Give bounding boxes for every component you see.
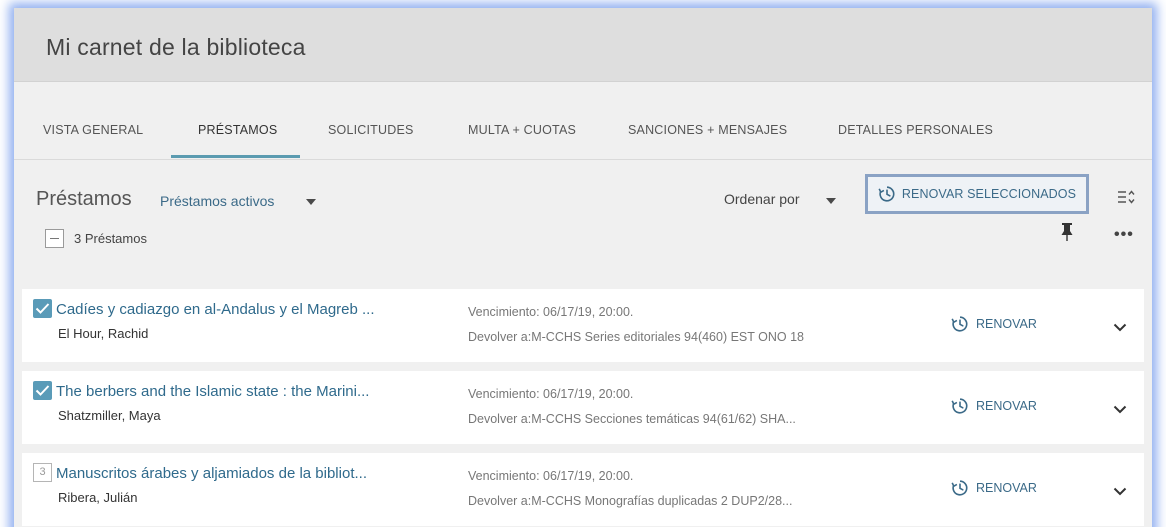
page-title: Mi carnet de la biblioteca bbox=[46, 34, 306, 60]
loan-author: Shatzmiller, Maya bbox=[58, 408, 161, 423]
loan-due-date: Vencimiento: 06/17/19, 20:00. bbox=[468, 305, 634, 319]
tab-bar: VISTA GENERAL PRÉSTAMOS SOLICITUDES MULT… bbox=[14, 82, 1152, 160]
check-icon bbox=[35, 303, 50, 314]
loan-filter-dropdown[interactable]: Préstamos activos bbox=[160, 193, 274, 209]
chevron-down-icon[interactable] bbox=[1113, 319, 1127, 337]
loan-due-date: Vencimiento: 06/17/19, 20:00. bbox=[468, 469, 634, 483]
renew-button[interactable]: RENOVAR bbox=[951, 315, 1037, 333]
sort-dropdown[interactable]: Ordenar por bbox=[724, 191, 799, 207]
library-card-panel: Mi carnet de la biblioteca VISTA GENERAL… bbox=[14, 8, 1152, 527]
loan-row[interactable]: Cadíes y cadiazgo en al-Andalus y el Mag… bbox=[22, 289, 1144, 362]
renew-label: RENOVAR bbox=[976, 317, 1037, 331]
loan-author: Ribera, Julián bbox=[58, 490, 138, 505]
filter-caret-icon[interactable] bbox=[306, 199, 316, 205]
loan-checkbox[interactable]: 3 bbox=[33, 463, 52, 482]
renew-clock-icon bbox=[951, 316, 968, 332]
sort-caret-icon[interactable] bbox=[826, 198, 836, 204]
loan-title-link[interactable]: Cadíes y cadiazgo en al-Andalus y el Mag… bbox=[56, 301, 375, 318]
tab-detalles-personales[interactable]: DETALLES PERSONALES bbox=[838, 123, 993, 137]
renew-clock-icon bbox=[951, 398, 968, 414]
pin-icon[interactable] bbox=[1060, 222, 1074, 247]
loan-list: Cadíes y cadiazgo en al-Andalus y el Mag… bbox=[22, 289, 1144, 527]
loan-count: 3 Préstamos bbox=[74, 231, 147, 246]
section-title: Préstamos bbox=[36, 188, 132, 210]
loan-checkbox[interactable] bbox=[33, 299, 52, 318]
page-header: Mi carnet de la biblioteca bbox=[14, 8, 1152, 82]
tab-sanciones-mensajes[interactable]: SANCIONES + MENSAJES bbox=[628, 123, 787, 137]
renew-label: RENOVAR bbox=[976, 481, 1037, 495]
more-options-icon[interactable]: ••• bbox=[1114, 226, 1134, 244]
loans-toolbar: Préstamos Préstamos activos Ordenar por … bbox=[14, 160, 1152, 250]
tab-prestamos[interactable]: PRÉSTAMOS bbox=[198, 123, 277, 137]
tab-vista-general[interactable]: VISTA GENERAL bbox=[43, 123, 143, 137]
tab-multa-cuotas[interactable]: MULTA + CUOTAS bbox=[468, 123, 576, 137]
loan-checkbox[interactable] bbox=[33, 381, 52, 400]
renew-selected-button[interactable]: RENOVAR SELECCIONADOS bbox=[865, 174, 1089, 214]
tab-solicitudes[interactable]: SOLICITUDES bbox=[328, 123, 414, 137]
renew-label: RENOVAR bbox=[976, 399, 1037, 413]
loan-due-date: Vencimiento: 06/17/19, 20:00. bbox=[468, 387, 634, 401]
loan-return-location: Devolver a:M-CCHS Series editoriales 94(… bbox=[468, 330, 805, 344]
loan-row[interactable]: The berbers and the Islamic state : the … bbox=[22, 371, 1144, 444]
chevron-down-icon[interactable] bbox=[1113, 401, 1127, 419]
check-icon bbox=[35, 385, 50, 396]
active-tab-indicator bbox=[171, 155, 300, 158]
select-all-checkbox[interactable] bbox=[45, 229, 64, 248]
chevron-down-icon[interactable] bbox=[1113, 483, 1127, 501]
renew-button[interactable]: RENOVAR bbox=[951, 397, 1037, 415]
loan-return-location: Devolver a:M-CCHS Secciones temáticas 94… bbox=[468, 412, 796, 426]
renew-selected-label: RENOVAR SELECCIONADOS bbox=[901, 187, 1077, 201]
loan-title-link[interactable]: Manuscritos árabes y aljamiados de la bi… bbox=[56, 465, 367, 482]
renew-button[interactable]: RENOVAR bbox=[951, 479, 1037, 497]
sort-toggle-icon[interactable] bbox=[1117, 188, 1135, 211]
loan-row[interactable]: 3 Manuscritos árabes y aljamiados de la … bbox=[22, 453, 1144, 526]
renew-clock-icon bbox=[878, 186, 895, 202]
loan-title-link[interactable]: The berbers and the Islamic state : the … bbox=[56, 383, 369, 400]
renew-clock-icon bbox=[951, 480, 968, 496]
loan-author: El Hour, Rachid bbox=[58, 326, 149, 341]
loan-return-location: Devolver a:M-CCHS Monografías duplicadas… bbox=[468, 494, 793, 508]
